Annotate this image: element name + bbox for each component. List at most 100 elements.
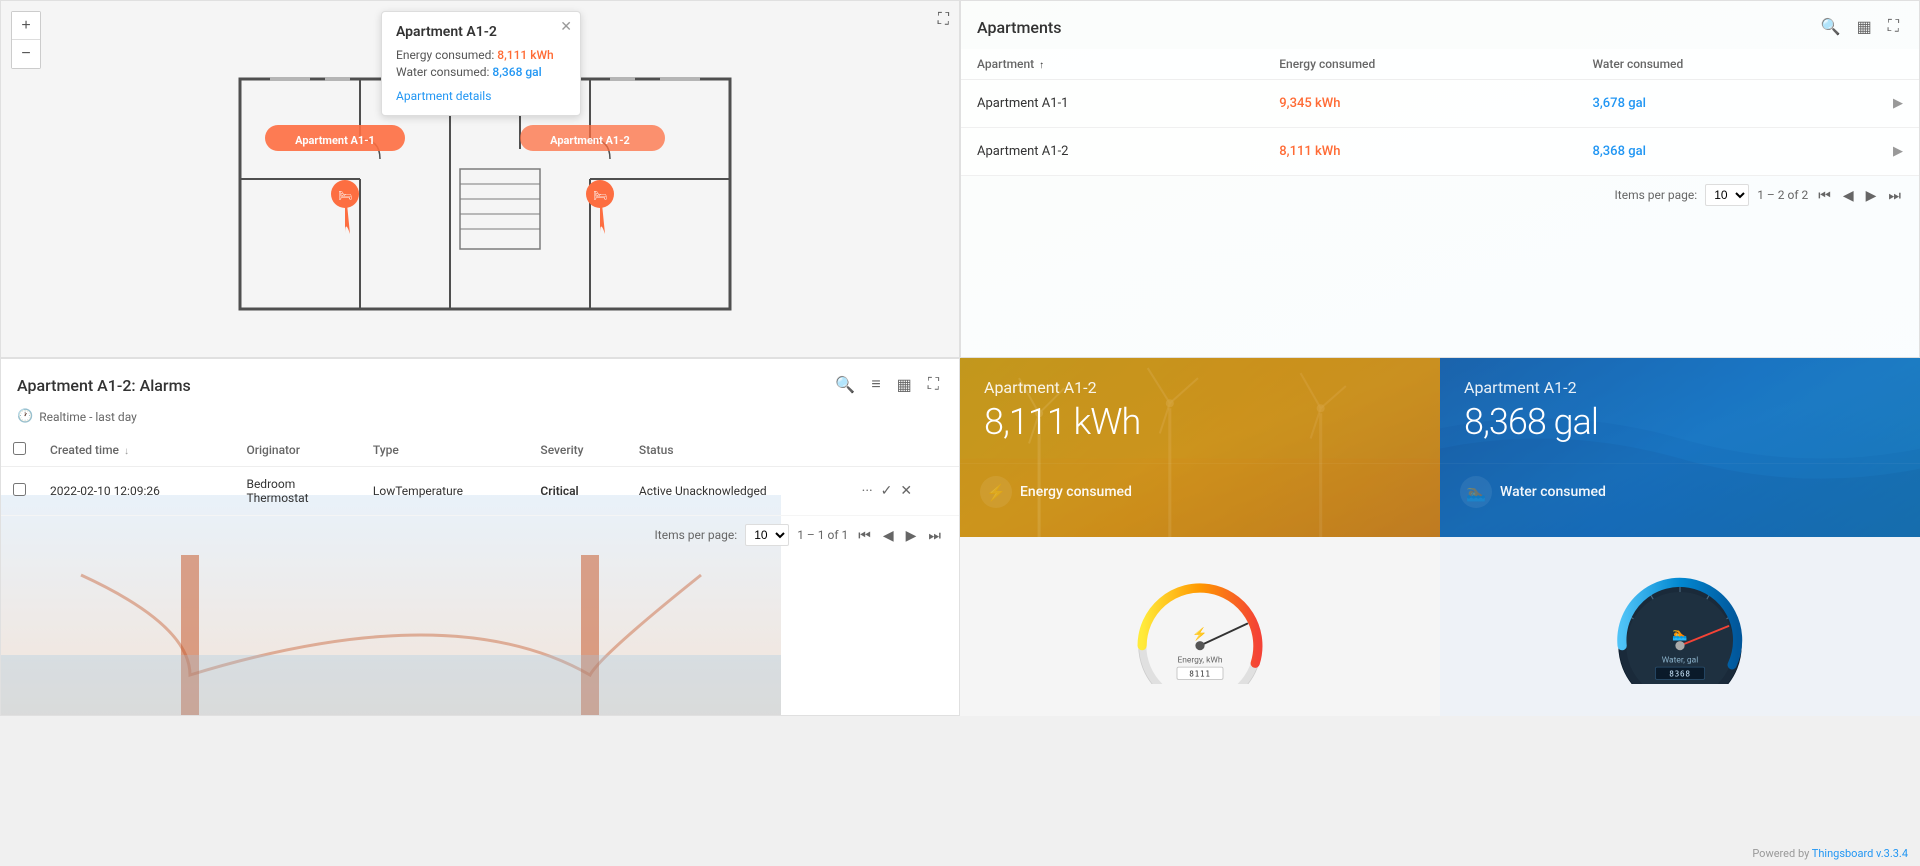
apartments-title: Apartments — [977, 18, 1061, 37]
energy-top-card: Apartment A1-2 8,111 kWh ⚡ Energy consum… — [960, 358, 1440, 537]
alarms-col-status: Status — [627, 434, 850, 467]
apartment-details-link[interactable]: Apartment details — [396, 89, 566, 103]
popup-water-label: Water consumed: — [396, 65, 489, 79]
alarms-col-type: Type — [361, 434, 529, 467]
alarm-actions-cell: ··· ✓ ✕ — [850, 467, 959, 516]
apartments-actions: 🔍 ▦ ⛶ — [1817, 15, 1903, 39]
water-top-content: Apartment A1-2 8,368 gal — [1440, 358, 1920, 463]
apartments-prev-page-button[interactable]: ◀ — [1841, 185, 1856, 206]
alarm-more-icon[interactable]: ··· — [862, 483, 873, 499]
alarms-columns-button[interactable]: ▦ — [893, 373, 916, 397]
popup-energy-label: Energy consumed: — [396, 48, 494, 62]
alarms-table: Created time ↓ Originator Type Severity … — [1, 434, 959, 516]
alarms-col-severity: Severity — [528, 434, 627, 467]
apartments-next-page-button[interactable]: ▶ — [1864, 185, 1879, 206]
map-panel: + − ⛶ — [0, 0, 960, 358]
alarm-ack-icon[interactable]: ✓ — [881, 483, 893, 499]
alarm-severity-cell: Critical — [528, 467, 627, 516]
alarms-pagination: Items per page: 10 1 – 1 of 1 ⏮ ◀ ▶ ⏭ — [1, 516, 959, 554]
alarms-header: Apartment A1-2: Alarms 🔍 ≡ ▦ ⛶ — [1, 359, 959, 407]
svg-text:Apartment A1-1: Apartment A1-1 — [295, 134, 375, 147]
map-popup: ✕ Apartment A1-2 Energy consumed: 8,111 … — [381, 11, 581, 116]
apartments-per-page-select[interactable]: 10 — [1705, 184, 1749, 206]
popup-water-value: 8,368 gal — [492, 65, 541, 79]
apt-name-cell: Apartment A1-2 — [961, 128, 1263, 176]
zoom-out-button[interactable]: − — [12, 40, 40, 68]
alarms-expand-button[interactable]: ⛶ — [924, 374, 943, 396]
apartments-page-range: 1 – 2 of 2 — [1757, 188, 1808, 202]
alarms-col-originator: Originator — [234, 434, 360, 467]
apartments-col-apartment[interactable]: Apartment ↑ — [961, 49, 1263, 80]
water-type-label: Water consumed — [1500, 484, 1606, 500]
energy-top-apartment: Apartment A1-2 — [984, 378, 1416, 397]
zoom-in-button[interactable]: + — [12, 12, 40, 40]
alarm-clear-icon[interactable]: ✕ — [900, 483, 912, 499]
energy-type-label: Energy consumed — [1020, 484, 1132, 500]
popup-close-button[interactable]: ✕ — [560, 18, 572, 35]
table-row: Apartment A1-2 8,111 kWh 8,368 gal ▶ — [961, 128, 1919, 176]
sort-icon-apartment: ↑ — [1039, 60, 1044, 71]
water-top-apartment: Apartment A1-2 — [1464, 378, 1896, 397]
energy-top-content: Apartment A1-2 8,111 kWh — [960, 358, 1440, 463]
alarms-prev-page-button[interactable]: ◀ — [881, 525, 896, 546]
powered-by: Powered by Thingsboard v.3.3.4 — [1752, 847, 1908, 860]
alarms-subtitle-text: Realtime - last day — [39, 410, 137, 424]
apt-water-cell: 8,368 gal — [1577, 128, 1878, 176]
apt-water-cell: 3,678 gal — [1577, 80, 1878, 128]
alarm-created-cell: 2022-02-10 12:09:26 — [38, 467, 234, 516]
popup-energy-row: Energy consumed: 8,111 kWh — [396, 48, 566, 62]
alarms-next-page-button[interactable]: ▶ — [904, 525, 919, 546]
apartments-pagination: Items per page: 10 1 – 2 of 2 ⏮ ◀ ▶ ⏭ — [961, 176, 1919, 214]
water-gauge-card: 🏊 Water, gal 8368 — [1440, 537, 1920, 716]
svg-text:8111: 8111 — [1189, 669, 1211, 678]
map-expand-button[interactable]: ⛶ — [938, 11, 949, 29]
powered-by-text: Powered by — [1752, 847, 1811, 860]
table-row: 2022-02-10 12:09:26 BedroomThermostat Lo… — [1, 467, 959, 516]
alarms-first-page-button[interactable]: ⏮ — [856, 525, 873, 546]
alarms-content: Apartment A1-2: Alarms 🔍 ≡ ▦ ⛶ 🕐 Realtim… — [1, 359, 959, 516]
apartments-last-page-button[interactable]: ⏭ — [1886, 185, 1903, 206]
clock-icon: 🕐 — [17, 409, 33, 424]
svg-text:8368: 8368 — [1669, 669, 1691, 678]
alarm-type-cell: LowTemperature — [361, 467, 529, 516]
alarms-search-button[interactable]: 🔍 — [831, 373, 859, 397]
alarms-filter-button[interactable]: ≡ — [867, 374, 884, 396]
powered-by-link[interactable]: Thingsboard v.3.3.4 — [1812, 847, 1908, 860]
svg-text:🛏: 🛏 — [338, 189, 352, 202]
svg-text:Energy, kWh: Energy, kWh — [1177, 656, 1222, 666]
popup-energy-value: 8,111 kWh — [497, 48, 553, 62]
apt-energy-cell: 9,345 kWh — [1263, 80, 1576, 128]
apartments-table: Apartment ↑ Energy consumed Water consum… — [961, 49, 1919, 176]
apartments-panel: Apartments 🔍 ▦ ⛶ Apartment ↑ Energy cons… — [960, 0, 1920, 358]
apartments-search-button[interactable]: 🔍 — [1817, 15, 1845, 39]
alarms-panel: Apartment A1-2: Alarms 🔍 ≡ ▦ ⛶ 🕐 Realtim… — [0, 358, 960, 716]
apartments-columns-button[interactable]: ▦ — [1853, 15, 1876, 39]
apartments-per-page-label: Items per page: — [1615, 188, 1698, 202]
alarms-per-page-select[interactable]: 10 — [745, 524, 789, 546]
energy-top-value: 8,111 kWh — [984, 401, 1416, 443]
apartments-expand-button[interactable]: ⛶ — [1884, 16, 1903, 38]
water-top-value: 8,368 gal — [1464, 401, 1896, 443]
alarms-col-created[interactable]: Created time ↓ — [38, 434, 234, 467]
apartments-first-page-button[interactable]: ⏮ — [1816, 185, 1833, 206]
alarm-status-cell: Active Unacknowledged — [627, 467, 850, 516]
alarms-last-page-button[interactable]: ⏭ — [926, 525, 943, 546]
table-row: Apartment A1-1 9,345 kWh 3,678 gal ▶ — [961, 80, 1919, 128]
alarm-row-checkbox[interactable] — [13, 483, 26, 496]
alarms-col-actions — [850, 434, 959, 467]
map-zoom-controls: + − — [11, 11, 41, 69]
apt-arrow-cell[interactable]: ▶ — [1877, 128, 1919, 176]
alarms-actions: 🔍 ≡ ▦ ⛶ — [831, 373, 943, 397]
water-gauge-container: 🏊 Water, gal 8368 — [1574, 553, 1786, 700]
svg-text:Water, gal: Water, gal — [1662, 656, 1699, 666]
energy-gauge-container: ⚡ Energy, kWh 8111 — [1094, 553, 1306, 700]
apartments-col-action — [1877, 49, 1919, 80]
apt-arrow-cell[interactable]: ▶ — [1877, 80, 1919, 128]
alarms-select-all-checkbox[interactable] — [13, 442, 26, 455]
alarm-originator-cell: BedroomThermostat — [234, 467, 360, 516]
water-gauge-svg: 🏊 Water, gal 8368 — [1590, 569, 1770, 684]
energy-gauge-card: ⚡ Energy, kWh 8111 — [960, 537, 1440, 716]
water-top-card: Apartment A1-2 8,368 gal 🏊 Water consume… — [1440, 358, 1920, 537]
sort-icon-created: ↓ — [124, 446, 129, 457]
svg-text:🏊: 🏊 — [1672, 627, 1687, 641]
